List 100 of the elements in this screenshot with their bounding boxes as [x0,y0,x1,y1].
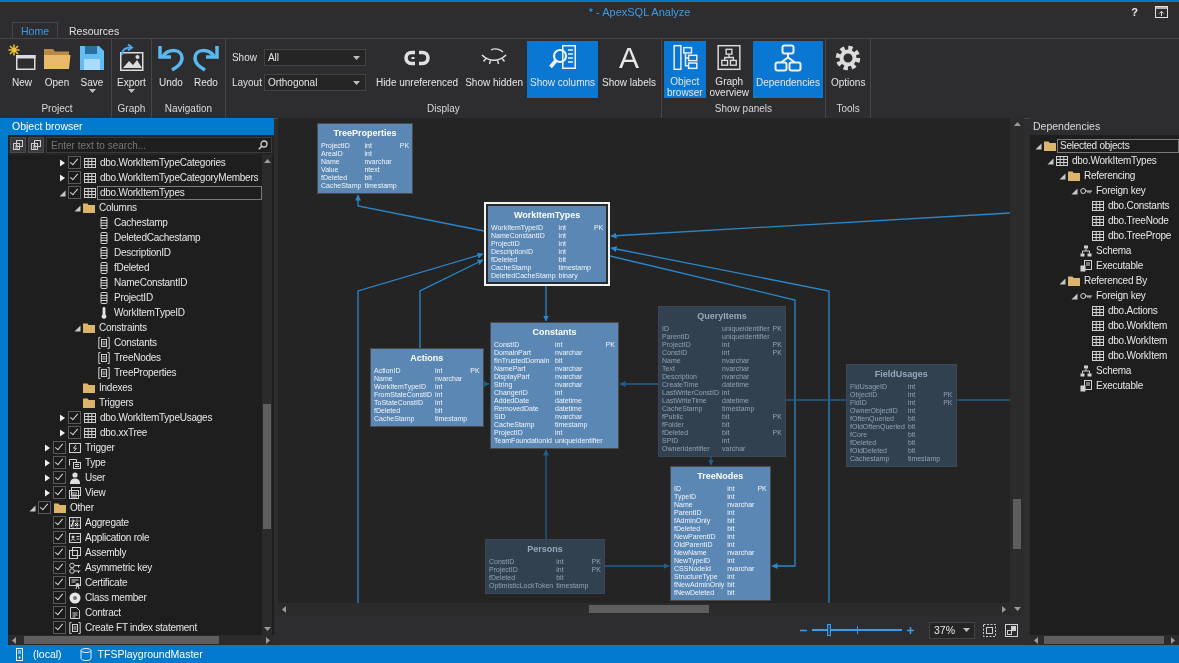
scroll-left-icon[interactable] [1034,636,1038,644]
checkbox[interactable] [68,186,81,199]
expander-icon[interactable] [29,503,36,512]
expander-icon[interactable] [74,203,81,212]
checkbox[interactable] [53,441,66,454]
tree-item[interactable]: dbo.WorkItem [1105,348,1171,363]
expander-icon[interactable] [1047,156,1054,165]
tree-item[interactable]: Application role [82,530,153,545]
tree-item[interactable]: User [82,470,109,485]
expander-icon[interactable] [1035,141,1042,150]
frame-square-icon[interactable] [1005,623,1018,637]
ribbon-button[interactable]: Save [75,41,109,98]
ribbon-tab[interactable]: Home [12,22,58,38]
tree-item[interactable]: Foreign key [1093,183,1149,198]
tree-item[interactable]: Aggregate [82,515,132,530]
tree-item[interactable]: dbo.TreePrope [1105,228,1175,243]
ribbon-button[interactable]: Undo [153,41,188,98]
tree-item[interactable]: Constants [111,335,160,350]
scroll-right-icon[interactable] [1002,605,1006,613]
tree-item[interactable]: Contract [82,605,124,620]
dropdown-field[interactable]: Orthogonal [263,74,366,91]
tree-item[interactable]: dbo.TreeNode [1105,213,1172,228]
checkbox[interactable] [53,621,66,634]
scroll-right-icon[interactable] [266,636,270,644]
checkbox[interactable] [53,531,66,544]
tree-item[interactable]: TreeProperties [111,365,180,380]
checkbox[interactable] [53,456,66,469]
tree-item[interactable]: Constraints [96,320,150,335]
expander-icon[interactable] [1071,291,1078,300]
checkbox[interactable] [53,591,66,604]
tree-item[interactable]: Trigger [82,440,118,455]
fit-screen-icon[interactable] [983,623,996,637]
tree-item[interactable]: dbo.WorkItemTypeCategoryMembers [97,170,262,185]
tree-item[interactable]: Class member [82,590,150,605]
expander-icon[interactable] [59,158,66,167]
restore-window-icon[interactable] [1155,6,1168,18]
toolbar-button[interactable] [28,137,44,153]
tree-item[interactable]: dbo.WorkItem [1105,318,1171,333]
scrollbar-thumb[interactable] [263,404,271,529]
ribbon-button[interactable]: New [5,41,39,98]
tree-item[interactable]: TreeNodes [111,350,164,365]
tree-item[interactable]: Referencing [1081,168,1139,183]
checkbox[interactable] [68,171,81,184]
tree-item[interactable]: Columns [96,200,140,215]
toggle-button[interactable]: Object browser [663,41,706,98]
tree-item[interactable]: dbo.Constants [1105,198,1173,213]
tree-item[interactable]: DescriptionID [111,245,174,260]
toggle-button[interactable]: Hide unreferenced [372,41,462,98]
tree-item[interactable]: dbo.Actions [1105,303,1161,318]
tree-item[interactable]: dbo.WorkItem [1105,333,1171,348]
tree-item[interactable]: dbo.WorkItemTypeUsages [97,410,216,425]
scroll-down-icon[interactable] [263,627,271,631]
tree-item[interactable]: Assembly [82,545,130,560]
help-button[interactable]: ? [1129,6,1140,18]
tree-item[interactable]: Other [67,500,97,515]
scroll-up-icon[interactable] [263,159,271,163]
tree-item[interactable]: dbo.WorkItemTypes [1069,153,1160,168]
ribbon-button[interactable]: Export [114,41,149,98]
zoom-dropdown[interactable]: 37% [929,621,975,639]
tree-item[interactable]: dbo.WorkItemTypes [97,185,262,200]
tree-item[interactable]: WorkItemTypeID [111,305,188,320]
expander-icon[interactable] [1071,186,1078,195]
scrollbar-thumb[interactable] [24,636,219,644]
tree-item[interactable]: dbo.xxTree [97,425,151,440]
expander-icon[interactable] [59,413,66,422]
dropdown-field[interactable]: All [263,49,366,66]
toggle-button[interactable]: Graph overview [706,41,752,98]
tree-item[interactable]: Create FT index statement [82,620,200,635]
search-field[interactable]: Enter text to search... [46,137,272,153]
zoom-in-button[interactable] [906,626,915,634]
expander-icon[interactable] [59,173,66,182]
checkbox[interactable] [68,411,81,424]
toggle-button[interactable]: Dependencies [753,41,823,98]
expander-icon[interactable] [59,188,66,197]
checkbox[interactable] [53,516,66,529]
checkbox[interactable] [53,606,66,619]
expander-icon[interactable] [74,323,81,332]
search-icon[interactable] [258,140,268,150]
expander-icon[interactable] [44,458,51,467]
tree-item[interactable]: NameConstantID [111,275,191,290]
checkbox[interactable] [68,156,81,169]
tree-item[interactable]: Indexes [96,380,136,395]
checkbox[interactable] [53,471,66,484]
checkbox[interactable] [53,561,66,574]
scrollbar-thumb[interactable] [1044,636,1164,644]
ribbon-button[interactable]: Open [40,41,74,98]
checkbox[interactable] [53,486,66,499]
tree-item[interactable]: Referenced By [1081,273,1150,288]
checkbox[interactable] [68,426,81,439]
tree-item[interactable]: fDeleted [111,260,153,275]
table-node[interactable] [658,306,786,457]
tree-item[interactable]: Selected objects [1057,138,1179,153]
tree-item[interactable]: Schema [1093,243,1135,258]
tree-item[interactable]: Schema [1093,363,1135,378]
tree-item[interactable]: dbo.WorkItemTypeCategories [97,155,229,170]
toggle-button[interactable]: Show hidden [462,41,526,98]
expander-icon[interactable] [44,488,51,497]
expander-icon[interactable] [44,443,51,452]
ribbon-button[interactable]: Redo [188,41,223,98]
tree-item[interactable]: Type [82,455,109,470]
